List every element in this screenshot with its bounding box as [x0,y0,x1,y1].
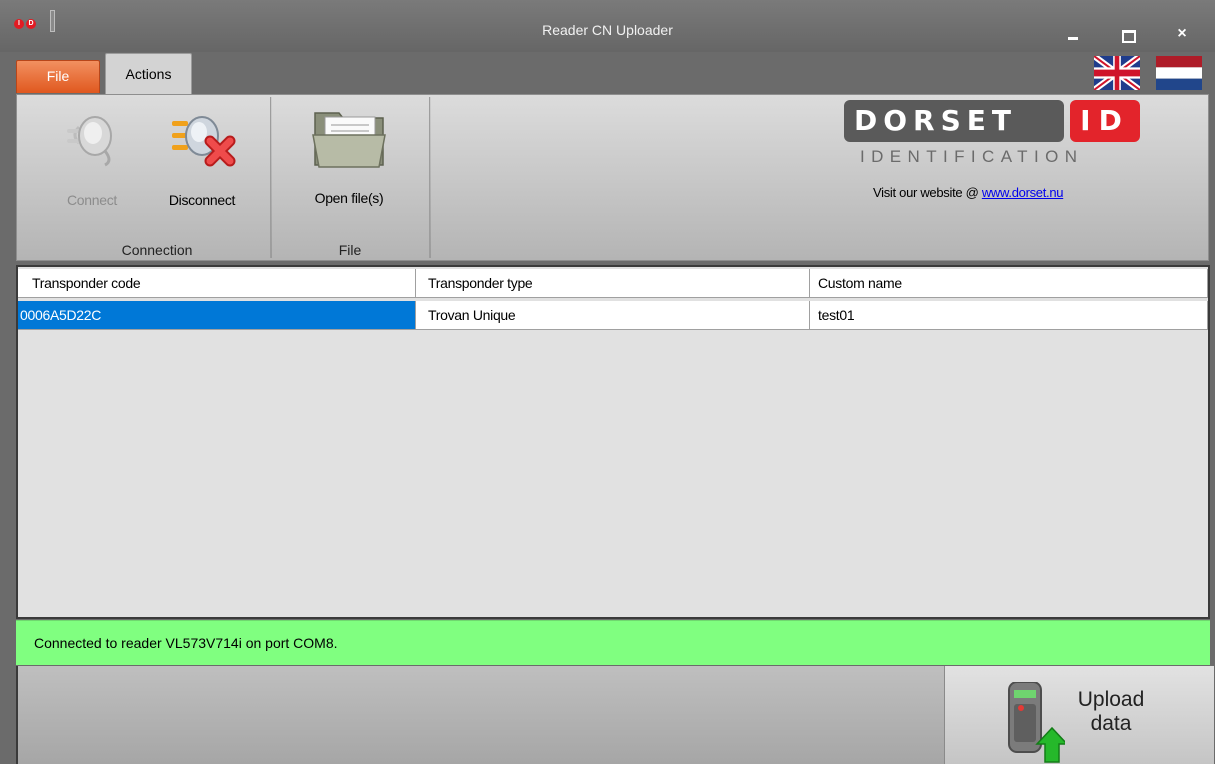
bottom-bar: Upload data [16,666,1214,764]
ribbon: Connect Disconnect Open file(s) Connecti… [16,94,1209,261]
logo-subtitle: IDENTIFICATION [860,147,1084,166]
maximize-button[interactable] [1112,23,1142,45]
nl-flag-icon[interactable] [1156,56,1202,90]
window-title: Reader CN Uploader [542,22,673,38]
upload-data-label: Upload data [1071,688,1151,736]
cell-transponder-code[interactable]: 0006A5D22C [18,301,416,330]
tab-file[interactable]: File [16,60,100,93]
uk-flag-icon[interactable] [1094,56,1140,90]
status-bar: Connected to reader VL573V714i on port C… [16,620,1210,665]
upload-data-button[interactable]: Upload data [944,666,1214,764]
title-bar: ID Reader CN Uploader × [0,0,1215,52]
logo-id-text: ID [1070,100,1140,142]
visit-text: Visit our website @ [873,185,982,200]
column-header-custom-name[interactable]: Custom name [810,269,1208,298]
table-row[interactable]: 0006A5D22C Trovan Unique test01 [18,301,1208,330]
transponder-grid[interactable]: Transponder code Transponder type Custom… [16,265,1210,619]
minimize-button[interactable] [1058,23,1088,45]
group-separator [429,97,431,258]
folder-icon [312,112,386,168]
group-label-file: File [338,242,362,258]
grid-header: Transponder code Transponder type Custom… [18,269,1208,298]
logo-dorset-text: DORSET [844,100,1064,142]
website-link[interactable]: www.dorset.nu [982,185,1064,200]
upload-device-icon [1008,682,1065,763]
plug-icon [67,116,112,167]
visit-website-line: Visit our website @ www.dorset.nu [873,185,1064,200]
column-header-transponder-type[interactable]: Transponder type [416,269,810,298]
group-label-connection: Connection [121,242,193,258]
disconnect-plug-icon [172,116,236,167]
open-files-button[interactable]: Open file(s) [299,105,399,211]
disconnect-label: Disconnect [168,192,236,208]
connect-label: Connect [66,192,118,208]
connect-button[interactable]: Connect [57,107,127,211]
dorset-logo: DORSET ID [844,100,1140,144]
open-files-label: Open file(s) [314,190,384,206]
close-button[interactable]: × [1167,23,1197,45]
disconnect-button[interactable]: Disconnect [147,107,257,211]
cell-custom-name[interactable]: test01 [810,301,1208,330]
tab-actions[interactable]: Actions [105,53,192,95]
column-header-transponder-code[interactable]: Transponder code [18,269,416,298]
upload-label-line2: data [1090,712,1132,735]
group-separator [270,97,272,258]
upload-label-line1: Upload [1077,688,1145,711]
cell-transponder-type[interactable]: Trovan Unique [416,301,810,330]
